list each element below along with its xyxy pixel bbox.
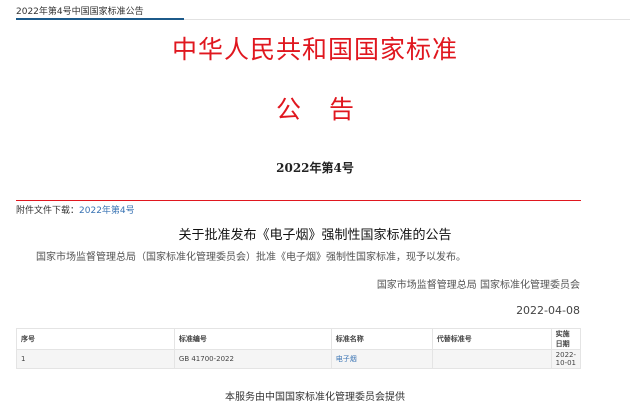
cell: 2022-10-01 bbox=[550, 349, 582, 369]
notice-title: 公告 bbox=[275, 95, 382, 124]
announcement-body: 国家市场监督管理总局（国家标准化管理委员会）批准《电子烟》强制性国家标准，现予以… bbox=[36, 252, 466, 263]
attachment-label: 附件文件下载： bbox=[16, 206, 80, 216]
col-header: 标准编号 bbox=[173, 328, 332, 350]
page-title: 中华人民共和国国家标准 bbox=[171, 35, 458, 64]
attachment-link[interactable]: 2022年第4号 bbox=[79, 206, 135, 216]
table-header: 序号 标准编号 标准名称 代替标准号 实施日期 bbox=[16, 328, 582, 350]
red-divider bbox=[16, 200, 581, 201]
table-row: 1 GB 41700-2022 电子烟 2022-10-01 bbox=[16, 349, 582, 369]
breadcrumb-underline bbox=[16, 18, 184, 20]
col-header: 实施日期 bbox=[550, 328, 582, 350]
breadcrumb: 2022年第4号中国国家标准公告 bbox=[16, 7, 144, 17]
attachment-row: 附件文件下载：2022年第4号 bbox=[16, 203, 135, 216]
divider bbox=[184, 19, 630, 20]
cell: 1 bbox=[16, 349, 175, 369]
cell bbox=[431, 349, 552, 369]
announcement-date: 2022-04-08 bbox=[516, 304, 580, 317]
col-header: 标准名称 bbox=[330, 328, 433, 350]
notice-number: 2022年第4号 bbox=[276, 161, 354, 175]
standards-table: 序号 标准编号 标准名称 代替标准号 实施日期 1 GB 41700-2022 … bbox=[16, 328, 582, 369]
announcement-heading: 关于批准发布《电子烟》强制性国家标准的公告 bbox=[178, 228, 452, 243]
col-header: 序号 bbox=[16, 328, 175, 350]
cell: GB 41700-2022 bbox=[173, 349, 332, 369]
col-header: 代替标准号 bbox=[431, 328, 552, 350]
cell: 电子烟 bbox=[330, 349, 433, 369]
signature: 国家市场监督管理总局 国家标准化管理委员会 bbox=[376, 280, 580, 291]
standard-name-link[interactable]: 电子烟 bbox=[336, 355, 357, 363]
footer: 本服务由中国国家标准化管理委员会提供 bbox=[225, 392, 405, 403]
